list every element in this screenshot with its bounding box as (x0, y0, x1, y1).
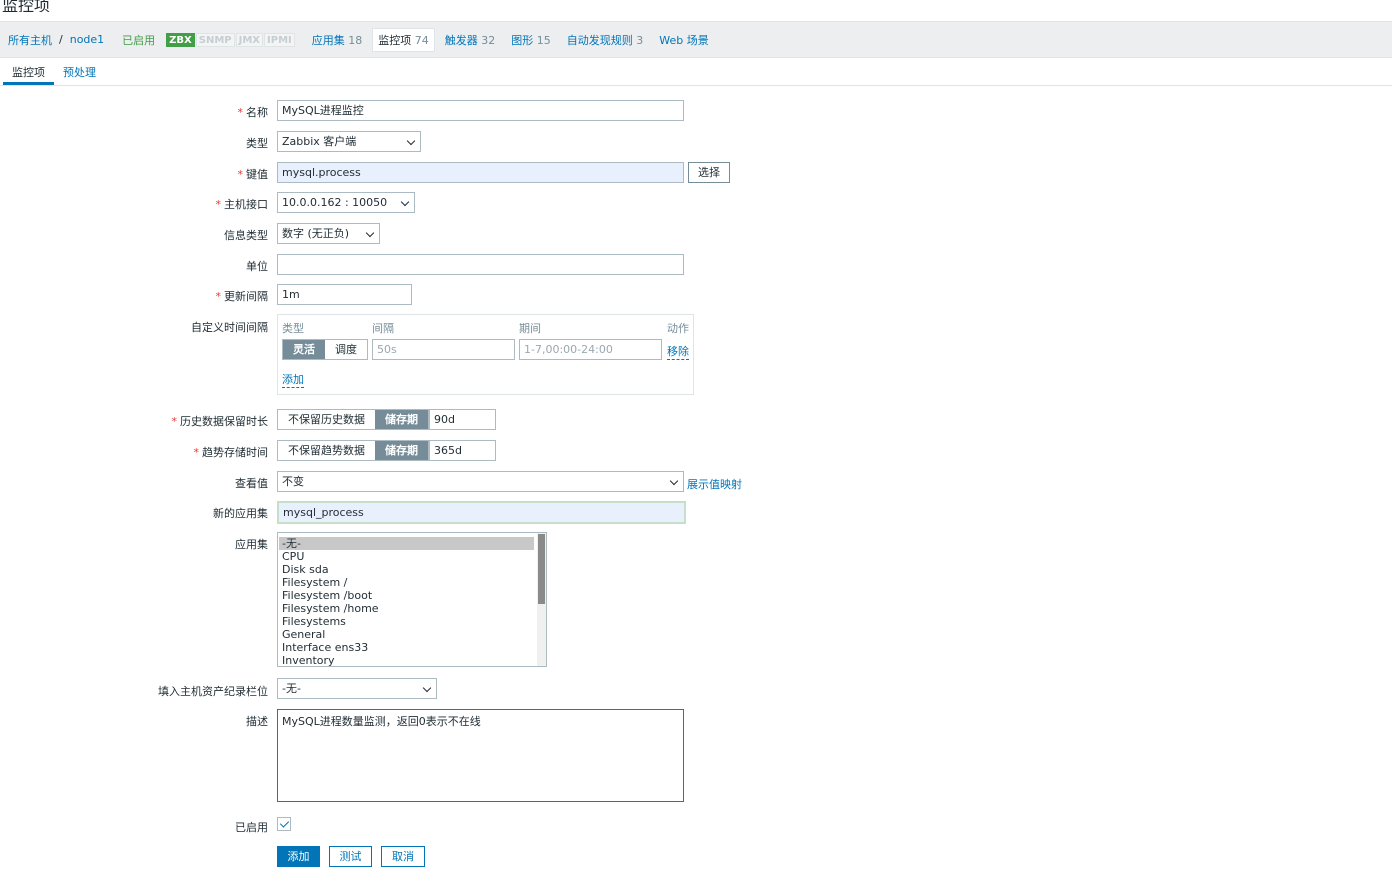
custom-remove-link[interactable]: 移除 (667, 343, 689, 360)
valuemap-select[interactable]: 不变 (277, 471, 684, 492)
breadcrumb-host[interactable]: node1 (70, 33, 104, 46)
form-tabs: 监控项 预处理 (0, 58, 1392, 86)
badge-jmx: JMX (235, 32, 264, 47)
description-label: 描述 (246, 715, 268, 728)
trends-label: * 趋势存储时间 (193, 446, 269, 459)
tab-item[interactable]: 监控项 (3, 58, 54, 85)
badge-zbx: ZBX (166, 32, 195, 47)
application-option[interactable]: CPU (278, 550, 546, 563)
interface-select[interactable]: 10.0.0.162 : 10050 (277, 192, 415, 213)
update-interval-label: * 更新间隔 (215, 290, 269, 303)
custom-intervals-table: 类型 间隔 期间 动作 灵活 调度 50s 1-7,00:00-24:00 移除… (277, 314, 694, 395)
application-option[interactable]: -无- (279, 537, 534, 550)
new-application-label: 新的应用集 (213, 507, 268, 520)
badge-ipmi: IPMI (264, 32, 295, 47)
history-input[interactable]: 90d (429, 409, 496, 430)
key-select-button[interactable]: 选择 (688, 162, 730, 183)
applications-label: 应用集 (235, 538, 268, 551)
breadcrumb-separator: / (59, 33, 63, 46)
nav-graphs[interactable]: 图形 15 (511, 32, 551, 48)
name-input[interactable]: MySQL进程监控 (277, 100, 684, 121)
nav-items[interactable]: 监控项 74 (372, 27, 435, 52)
trends-no-storage[interactable]: 不保留趋势数据 (278, 441, 375, 460)
host-status-enabled[interactable]: 已启用 (122, 32, 155, 48)
breadcrumb-all-hosts[interactable]: 所有主机 (8, 32, 52, 48)
application-option[interactable]: Filesystems (278, 615, 546, 628)
history-label: * 历史数据保留时长 (171, 415, 269, 428)
tab-preprocessing[interactable]: 预处理 (54, 58, 105, 85)
new-application-input[interactable]: mysql_process (277, 501, 686, 524)
application-option[interactable]: Filesystem / (278, 576, 546, 589)
description-textarea[interactable]: MySQL进程数量监测，返回0表示不在线 (277, 709, 684, 802)
application-option[interactable]: Disk sda (278, 563, 546, 576)
update-interval-input[interactable]: 1m (277, 284, 412, 305)
page-title: 监控项 (2, 0, 51, 12)
application-option[interactable]: Filesystem /boot (278, 589, 546, 602)
custom-type-toggle: 灵活 调度 (282, 339, 368, 360)
custom-period-input[interactable]: 1-7,00:00-24:00 (519, 339, 662, 360)
interface-label: * 主机接口 (215, 198, 269, 211)
trends-input[interactable]: 365d (429, 440, 496, 461)
custom-intervals-label: 自定义时间间隔 (191, 321, 268, 334)
application-option[interactable]: Filesystem /home (278, 602, 546, 615)
type-label: 类型 (246, 137, 268, 150)
nav-discovery-rules[interactable]: 自动发现规则 3 (567, 32, 644, 48)
add-button[interactable]: 添加 (277, 846, 320, 867)
name-label: * 名称 (237, 106, 269, 119)
applications-listbox[interactable]: -无- CPU Disk sda Filesystem / Filesystem… (277, 532, 547, 667)
custom-interval-input[interactable]: 50s (372, 339, 515, 360)
units-input[interactable] (277, 254, 684, 275)
nav-applications[interactable]: 应用集 18 (312, 32, 363, 48)
enabled-checkbox[interactable] (277, 817, 291, 831)
valuemap-label: 查看值 (235, 477, 268, 490)
key-label: * 键值 (237, 168, 269, 181)
info-type-label: 信息类型 (224, 229, 268, 242)
host-navigation: 所有主机 / node1 已启用 ZBX SNMP JMX IPMI 应用集 1… (0, 21, 1392, 58)
availability-badges: ZBX SNMP JMX IPMI (166, 32, 296, 47)
custom-add-link[interactable]: 添加 (282, 371, 304, 388)
custom-header-action: 动作 (667, 322, 689, 335)
custom-type-flexible[interactable]: 灵活 (283, 340, 325, 359)
application-option[interactable]: Interface ens33 (278, 641, 546, 654)
custom-header-interval: 间隔 (372, 322, 394, 335)
info-type-select[interactable]: 数字 (无正负) (277, 223, 380, 244)
units-label: 单位 (246, 260, 268, 273)
trends-storage-period[interactable]: 储存期 (375, 441, 428, 460)
custom-header-period: 期间 (519, 322, 541, 335)
application-option[interactable]: Inventory (278, 654, 546, 666)
history-mode-toggle: 不保留历史数据 储存期 (277, 409, 429, 430)
nav-triggers[interactable]: 触发器 32 (445, 32, 496, 48)
inventory-label: 填入主机资产纪录栏位 (158, 685, 268, 698)
custom-header-type: 类型 (282, 322, 304, 335)
cancel-button[interactable]: 取消 (381, 846, 425, 867)
show-valuemap-link[interactable]: 展示值映射 (687, 476, 742, 492)
history-storage-period[interactable]: 储存期 (375, 410, 428, 429)
inventory-select[interactable]: -无- (277, 678, 437, 699)
nav-web-scenarios[interactable]: Web 场景 (659, 32, 708, 48)
key-input[interactable]: mysql.process (277, 162, 684, 183)
trends-mode-toggle: 不保留趋势数据 储存期 (277, 440, 429, 461)
enabled-label: 已启用 (235, 821, 268, 834)
application-option[interactable]: General (278, 628, 546, 641)
history-no-storage[interactable]: 不保留历史数据 (278, 410, 375, 429)
custom-type-scheduling[interactable]: 调度 (325, 340, 367, 359)
applications-scroll-thumb[interactable] (538, 534, 545, 604)
badge-snmp: SNMP (195, 32, 235, 47)
test-button[interactable]: 测试 (329, 846, 372, 867)
type-select[interactable]: Zabbix 客户端 (277, 131, 421, 152)
